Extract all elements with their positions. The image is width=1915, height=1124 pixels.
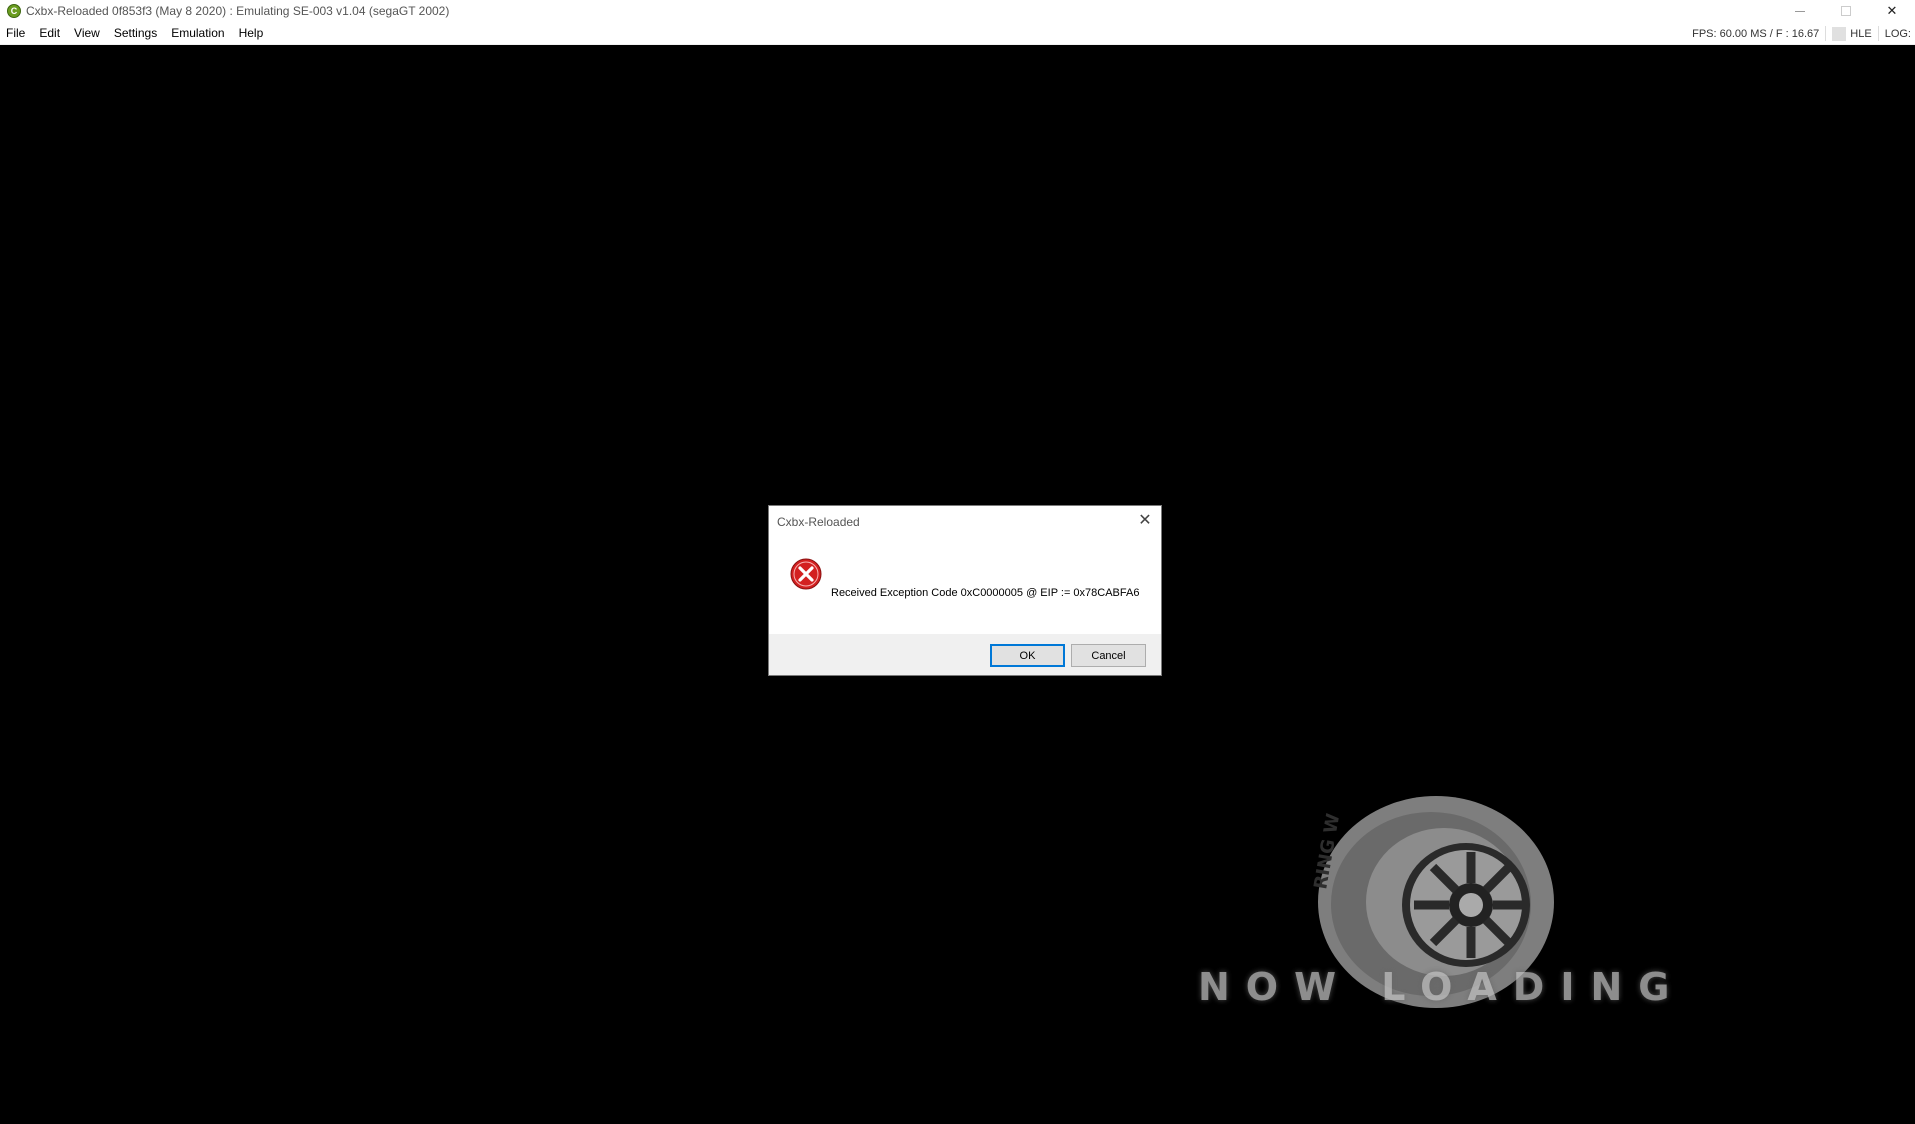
status-divider	[1825, 26, 1827, 41]
now-loading-text: NOW LOADING	[1198, 965, 1686, 1009]
app-icon[interactable]: C	[7, 4, 21, 18]
menu-view[interactable]: View	[67, 26, 107, 40]
close-icon: ✕	[1886, 3, 1898, 18]
menu-bar: File Edit View Settings Emulation Help F…	[0, 22, 1915, 45]
hle-indicator-icon	[1832, 26, 1847, 41]
cancel-button[interactable]: Cancel	[1071, 644, 1146, 667]
log-label[interactable]: LOG:	[1885, 28, 1915, 40]
menu-help[interactable]: Help	[232, 26, 271, 40]
status-divider	[1877, 26, 1879, 41]
game-render-area[interactable]: RING W NOW LOADING Cxbx-Reloaded ✕ Recei…	[0, 45, 1915, 1124]
maximize-button[interactable]	[1823, 0, 1869, 22]
title-bar: C Cxbx-Reloaded 0f853f3 (May 8 2020) : E…	[0, 0, 1915, 22]
exception-dialog: Cxbx-Reloaded ✕ Received Exception Code …	[768, 505, 1162, 716]
minimize-button[interactable]	[1777, 0, 1823, 22]
menu-edit[interactable]: Edit	[32, 26, 67, 40]
menu-emulation[interactable]: Emulation	[164, 26, 231, 40]
dialog-close-icon[interactable]: ✕	[1137, 510, 1153, 529]
menu-settings[interactable]: Settings	[107, 26, 164, 40]
status-area: FPS: 60.00 MS / F : 16.67 HLE LOG:	[1692, 22, 1915, 45]
window-controls: ✕	[1777, 0, 1915, 22]
close-button[interactable]: ✕	[1869, 0, 1915, 22]
dialog-footer: OK Cancel	[769, 634, 1161, 675]
message-line: Received Exception Code 0xC0000005 @ EIP…	[831, 587, 1140, 599]
fps-readout: FPS: 60.00 MS / F : 16.67	[1692, 27, 1820, 40]
error-icon	[790, 558, 822, 590]
dialog-title: Cxbx-Reloaded	[777, 515, 860, 529]
menu-file[interactable]: File	[0, 26, 32, 40]
minimize-icon	[1795, 10, 1805, 12]
maximize-icon	[1841, 6, 1851, 16]
message-line: Press "Cancel" to debug.	[831, 704, 957, 716]
hle-label: HLE	[1850, 27, 1872, 40]
ok-button[interactable]: OK	[990, 644, 1065, 667]
window-title: Cxbx-Reloaded 0f853f3 (May 8 2020) : Emu…	[26, 4, 450, 18]
